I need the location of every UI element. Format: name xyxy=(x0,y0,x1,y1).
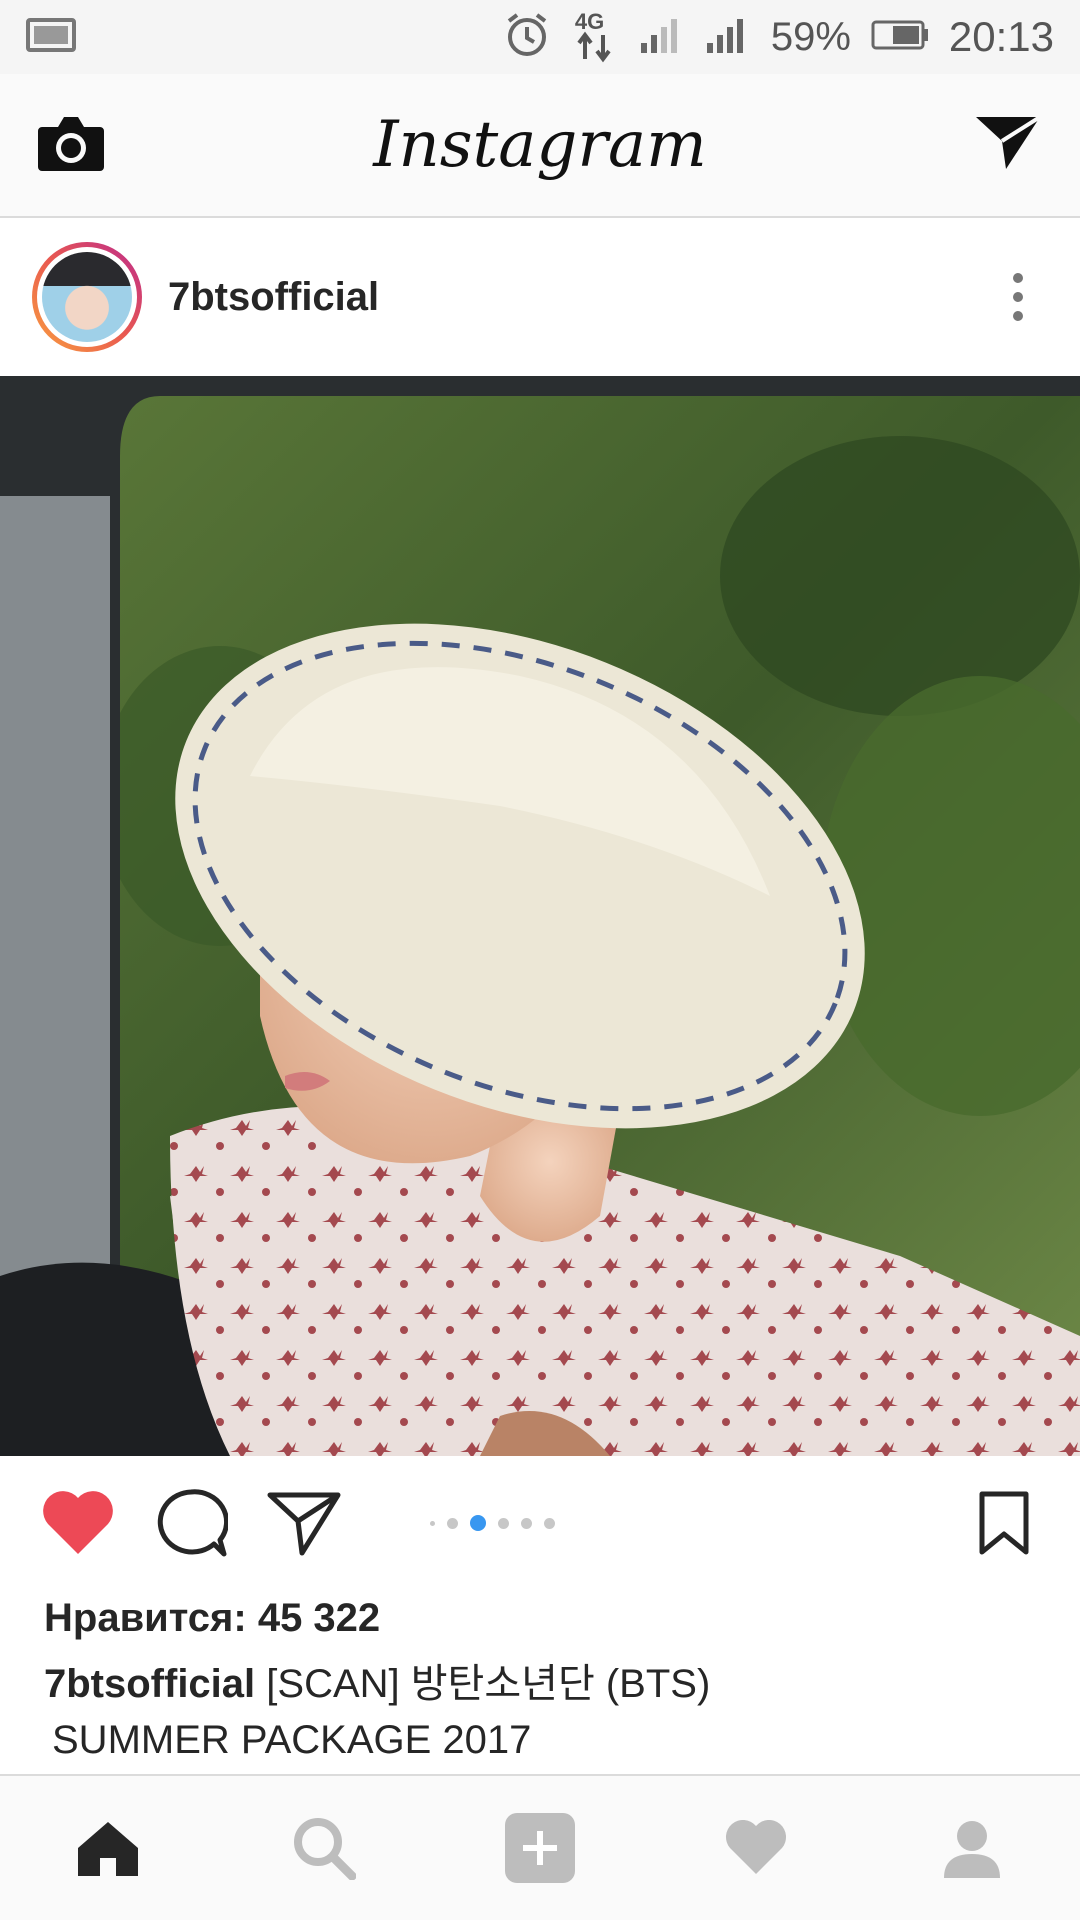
caption-text: [SCAN] 방탄소년단 (BTS) xyxy=(266,1662,711,1706)
carousel-dot xyxy=(544,1517,555,1529)
more-vertical-icon[interactable] xyxy=(988,257,1048,337)
caption-username[interactable]: 7btsofficial xyxy=(44,1662,255,1706)
signal-icon xyxy=(639,15,685,60)
caption-line-2: SUMMER PACKAGE 2017 xyxy=(52,1718,532,1762)
bookmark-icon[interactable] xyxy=(978,1490,1030,1561)
post-username[interactable]: 7btsofficial xyxy=(168,275,379,320)
signal-icon-2 xyxy=(705,15,751,60)
bottom-navigation xyxy=(0,1774,1080,1920)
home-icon[interactable] xyxy=(48,1788,168,1908)
share-icon[interactable] xyxy=(266,1489,342,1557)
app-title: Instagram xyxy=(373,108,707,182)
search-icon[interactable] xyxy=(264,1788,384,1908)
post-caption: 7btsofficial [SCAN] 방탄소년단 (BTS) SUMMER P… xyxy=(44,1656,1044,1768)
like-heart-icon[interactable] xyxy=(40,1490,116,1556)
carousel-dot xyxy=(447,1517,458,1529)
carousel-indicator xyxy=(430,1456,555,1590)
camera-icon[interactable] xyxy=(36,113,106,178)
app-bar: Instagram xyxy=(0,74,1080,218)
gallery-notification-icon xyxy=(26,17,76,57)
carousel-dot xyxy=(498,1517,509,1529)
post-action-bar xyxy=(0,1456,1080,1590)
activity-heart-icon[interactable] xyxy=(696,1788,816,1908)
post-header: 7btsofficial xyxy=(0,218,1080,376)
carousel-dot-active xyxy=(470,1515,486,1531)
status-bar: 4G 59% 20:13 xyxy=(0,0,1080,74)
status-time: 20:13 xyxy=(948,13,1054,60)
avatar[interactable] xyxy=(32,242,142,352)
add-post-icon[interactable] xyxy=(480,1788,600,1908)
post-photo[interactable] xyxy=(0,376,1080,1456)
avatar-image xyxy=(42,252,132,342)
alarm-icon xyxy=(503,11,551,64)
comment-icon[interactable] xyxy=(154,1488,228,1558)
profile-icon[interactable] xyxy=(912,1788,1032,1908)
battery-percent: 59% xyxy=(770,14,851,59)
likes-count[interactable]: Нравится: 45 322 xyxy=(44,1596,380,1641)
carousel-dot xyxy=(521,1517,532,1529)
data-transfer-icon: 4G xyxy=(571,9,619,65)
direct-message-icon[interactable] xyxy=(972,111,1044,180)
battery-icon xyxy=(871,19,929,56)
carousel-dot xyxy=(430,1520,435,1526)
